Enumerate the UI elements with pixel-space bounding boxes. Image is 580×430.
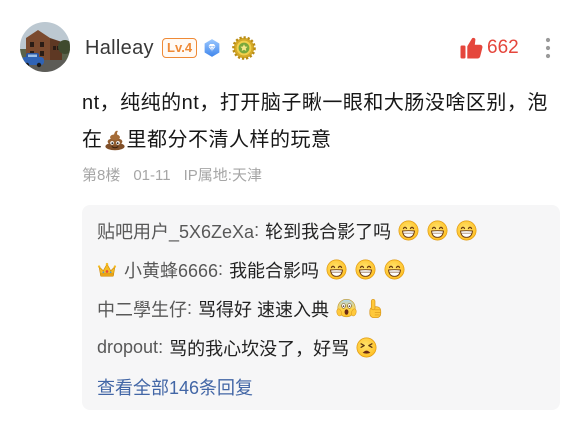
medal-badge-icon[interactable] xyxy=(232,36,256,60)
like-button[interactable]: 662 xyxy=(459,35,519,61)
level-badge[interactable]: Lv.4 xyxy=(162,38,198,58)
reply-item[interactable]: 中二學生仔 : 骂得好 速速入典 xyxy=(82,289,560,328)
reply-item[interactable]: 小黄蜂6666 : 我能合影吗 xyxy=(82,250,560,289)
post-meta: 第8楼 01-11 IP属地:天津 xyxy=(82,166,262,186)
crown-icon xyxy=(97,261,117,278)
reply-text: 骂得好 速速入典 xyxy=(198,299,330,320)
post-content-text: 在 xyxy=(82,129,103,151)
backhand-index-pointing-up-icon xyxy=(365,298,386,319)
like-count: 662 xyxy=(487,37,519,58)
reply-username[interactable]: 中二學生仔 xyxy=(97,296,187,322)
face-screaming-in-fear-icon xyxy=(336,298,357,319)
post-content-text: 里都分不清人样的玩意 xyxy=(126,129,332,151)
avatar-photo xyxy=(20,22,70,72)
reply-separator: : xyxy=(158,337,164,357)
ip-location: IP属地:天津 xyxy=(183,167,262,184)
sub-replies-panel: 贴吧用户_5X6ZeXa : 轮到我合影了吗 小黄蜂6666 : 我能合影吗 中… xyxy=(82,205,560,410)
reply-text: 骂的我心坎没了，好骂 xyxy=(169,338,350,359)
pile-of-poo-icon xyxy=(104,129,126,151)
reply-separator: : xyxy=(187,298,193,318)
floor-number: 第8楼 xyxy=(82,167,121,184)
reply-item[interactable]: dropout : 骂的我心坎没了，好骂 xyxy=(82,328,560,367)
reply-item[interactable]: 贴吧用户_5X6ZeXa : 轮到我合影了吗 xyxy=(82,211,560,250)
avatar[interactable] xyxy=(20,22,70,72)
post-content-line: nt，纯纯的nt，打开脑子瞅一眼和大肠没啥区别，泡 xyxy=(82,92,548,114)
reply-username[interactable]: 小黄蜂6666 xyxy=(124,257,218,283)
grinning-face-icon xyxy=(398,220,419,241)
post-content: nt，纯纯的nt，打开脑子瞅一眼和大肠没啥区别，泡 在 里都分不清人样的玩意 xyxy=(82,89,572,159)
grinning-face-icon xyxy=(326,259,347,280)
author-name[interactable]: Halleay xyxy=(85,35,154,61)
reply-username[interactable]: 贴吧用户_5X6ZeXa xyxy=(97,218,254,244)
grinning-face-icon xyxy=(384,259,405,280)
diamond-badge-icon[interactable] xyxy=(203,38,221,58)
view-all-replies-link[interactable]: 查看全部146条回复 xyxy=(82,367,560,406)
post-date: 01-11 xyxy=(133,167,171,184)
grinning-face-icon xyxy=(456,220,477,241)
reply-text: 我能合影吗 xyxy=(229,260,320,281)
grinning-face-icon xyxy=(355,259,376,280)
tired-face-icon xyxy=(356,337,377,358)
post-content-line: 在 里都分不清人样的玩意 xyxy=(82,126,332,154)
grinning-face-icon xyxy=(427,220,448,241)
reply-username[interactable]: dropout xyxy=(97,337,158,358)
reply-text: 轮到我合影了吗 xyxy=(265,221,392,242)
reply-separator: : xyxy=(218,259,224,279)
more-vertical-icon[interactable] xyxy=(545,37,551,59)
reply-separator: : xyxy=(254,220,260,240)
thumbs-up-icon xyxy=(459,36,483,60)
